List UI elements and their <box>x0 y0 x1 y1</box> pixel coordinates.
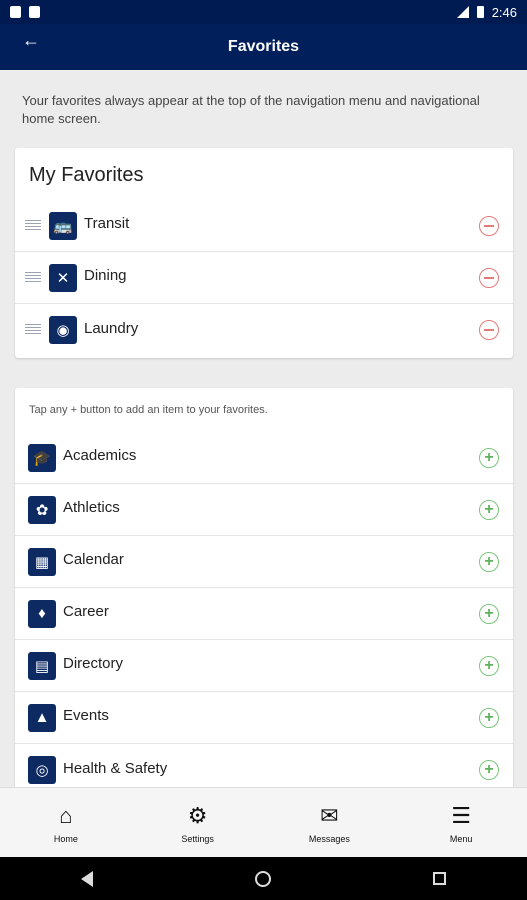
remove-favorite-button[interactable] <box>479 215 499 236</box>
notification-icon <box>10 6 21 18</box>
battery-icon <box>476 6 484 18</box>
app-bar: ← Favorites <box>0 24 527 70</box>
favorite-row-laundry: ◉ Laundry <box>15 304 513 356</box>
nav-label: Settings <box>181 833 214 844</box>
washer-icon: ◉ <box>49 316 77 344</box>
add-hint-text: Tap any + button to add an item to your … <box>29 404 268 416</box>
item-row-athletics: ✿ Athletics + <box>15 484 513 536</box>
drag-handle-icon[interactable] <box>25 324 41 336</box>
favorite-label: Laundry <box>84 319 139 337</box>
handshake-icon: ♦ <box>28 599 56 628</box>
calendar-icon: ▦ <box>28 547 56 576</box>
life-ring-icon: ◎ <box>28 756 56 784</box>
item-label: Academics <box>63 447 137 464</box>
status-bar: 2:46 <box>0 0 527 24</box>
remove-favorite-button[interactable] <box>479 320 499 340</box>
home-circle-icon[interactable] <box>255 870 271 887</box>
recents-square-icon[interactable] <box>433 872 446 885</box>
favorite-label: Transit <box>84 215 130 232</box>
hamburger-icon: ☰ <box>451 802 471 828</box>
add-favorite-button[interactable]: + <box>479 655 499 676</box>
drag-handle-icon[interactable] <box>25 219 41 232</box>
favorite-label: Dining <box>84 267 127 284</box>
item-row-directory: ▤ Directory + <box>15 640 513 692</box>
tent-icon: ▲ <box>28 703 56 732</box>
add-favorite-button[interactable]: + <box>479 499 499 520</box>
available-items-card: Tap any + button to add an item to your … <box>15 388 513 798</box>
android-icon <box>29 6 40 18</box>
add-favorite-button[interactable]: + <box>479 707 499 728</box>
item-row-career: ♦ Career + <box>15 588 513 640</box>
add-favorite-button[interactable]: + <box>479 551 499 572</box>
bottom-navigation: ⌂ Home ⚙ Settings ✉ Messages ☰ Menu <box>0 787 527 857</box>
my-favorites-card: My Favorites 🚌 Transit ✕ Dining ◉ Laundr… <box>15 148 513 358</box>
item-label: Calendar <box>63 551 124 568</box>
item-label: Events <box>63 707 109 724</box>
item-row-events: ▲ Events + <box>15 692 513 744</box>
status-time: 2:46 <box>491 4 517 20</box>
megaphone-icon: ✉ <box>320 802 339 828</box>
remove-favorite-button[interactable] <box>479 267 499 288</box>
page-title: Favorites <box>227 38 300 55</box>
bus-icon: 🚌 <box>49 211 77 240</box>
signal-icon <box>456 6 469 18</box>
paw-icon: ✿ <box>28 495 56 524</box>
system-navigation-bar <box>0 857 527 900</box>
favorite-row-dining: ✕ Dining <box>15 252 513 304</box>
nav-label: Messages <box>308 833 350 844</box>
nav-label: Menu <box>449 833 473 844</box>
item-row-calendar: ▦ Calendar + <box>15 536 513 588</box>
home-icon: ⌂ <box>59 802 73 828</box>
item-label: Career <box>63 603 109 620</box>
nav-messages[interactable]: ✉ Messages <box>264 788 396 857</box>
my-favorites-title: My Favorites <box>29 164 144 186</box>
utensils-icon: ✕ <box>49 263 77 292</box>
arrow-left-icon[interactable]: ← <box>22 30 40 51</box>
nav-label: Home <box>53 833 78 844</box>
nav-menu[interactable]: ☰ Menu <box>395 788 527 857</box>
intro-text: Your favorites always appear at the top … <box>22 93 480 126</box>
graduation-cap-icon: 🎓 <box>28 443 56 472</box>
nav-home[interactable]: ⌂ Home <box>0 788 132 857</box>
add-favorite-button[interactable]: + <box>479 447 499 468</box>
add-favorite-button[interactable]: + <box>479 760 499 780</box>
item-row-academics: 🎓 Academics + <box>15 432 513 484</box>
item-label: Health & Safety <box>63 759 168 777</box>
favorite-row-transit: 🚌 Transit <box>15 200 513 252</box>
back-triangle-icon[interactable] <box>81 870 93 887</box>
gear-icon: ⚙ <box>187 802 208 828</box>
item-label: Athletics <box>63 499 120 516</box>
drag-handle-icon[interactable] <box>25 271 41 284</box>
item-label: Directory <box>63 655 124 672</box>
id-card-icon: ▤ <box>28 651 56 680</box>
add-favorite-button[interactable]: + <box>479 603 499 624</box>
nav-settings[interactable]: ⚙ Settings <box>132 788 264 857</box>
